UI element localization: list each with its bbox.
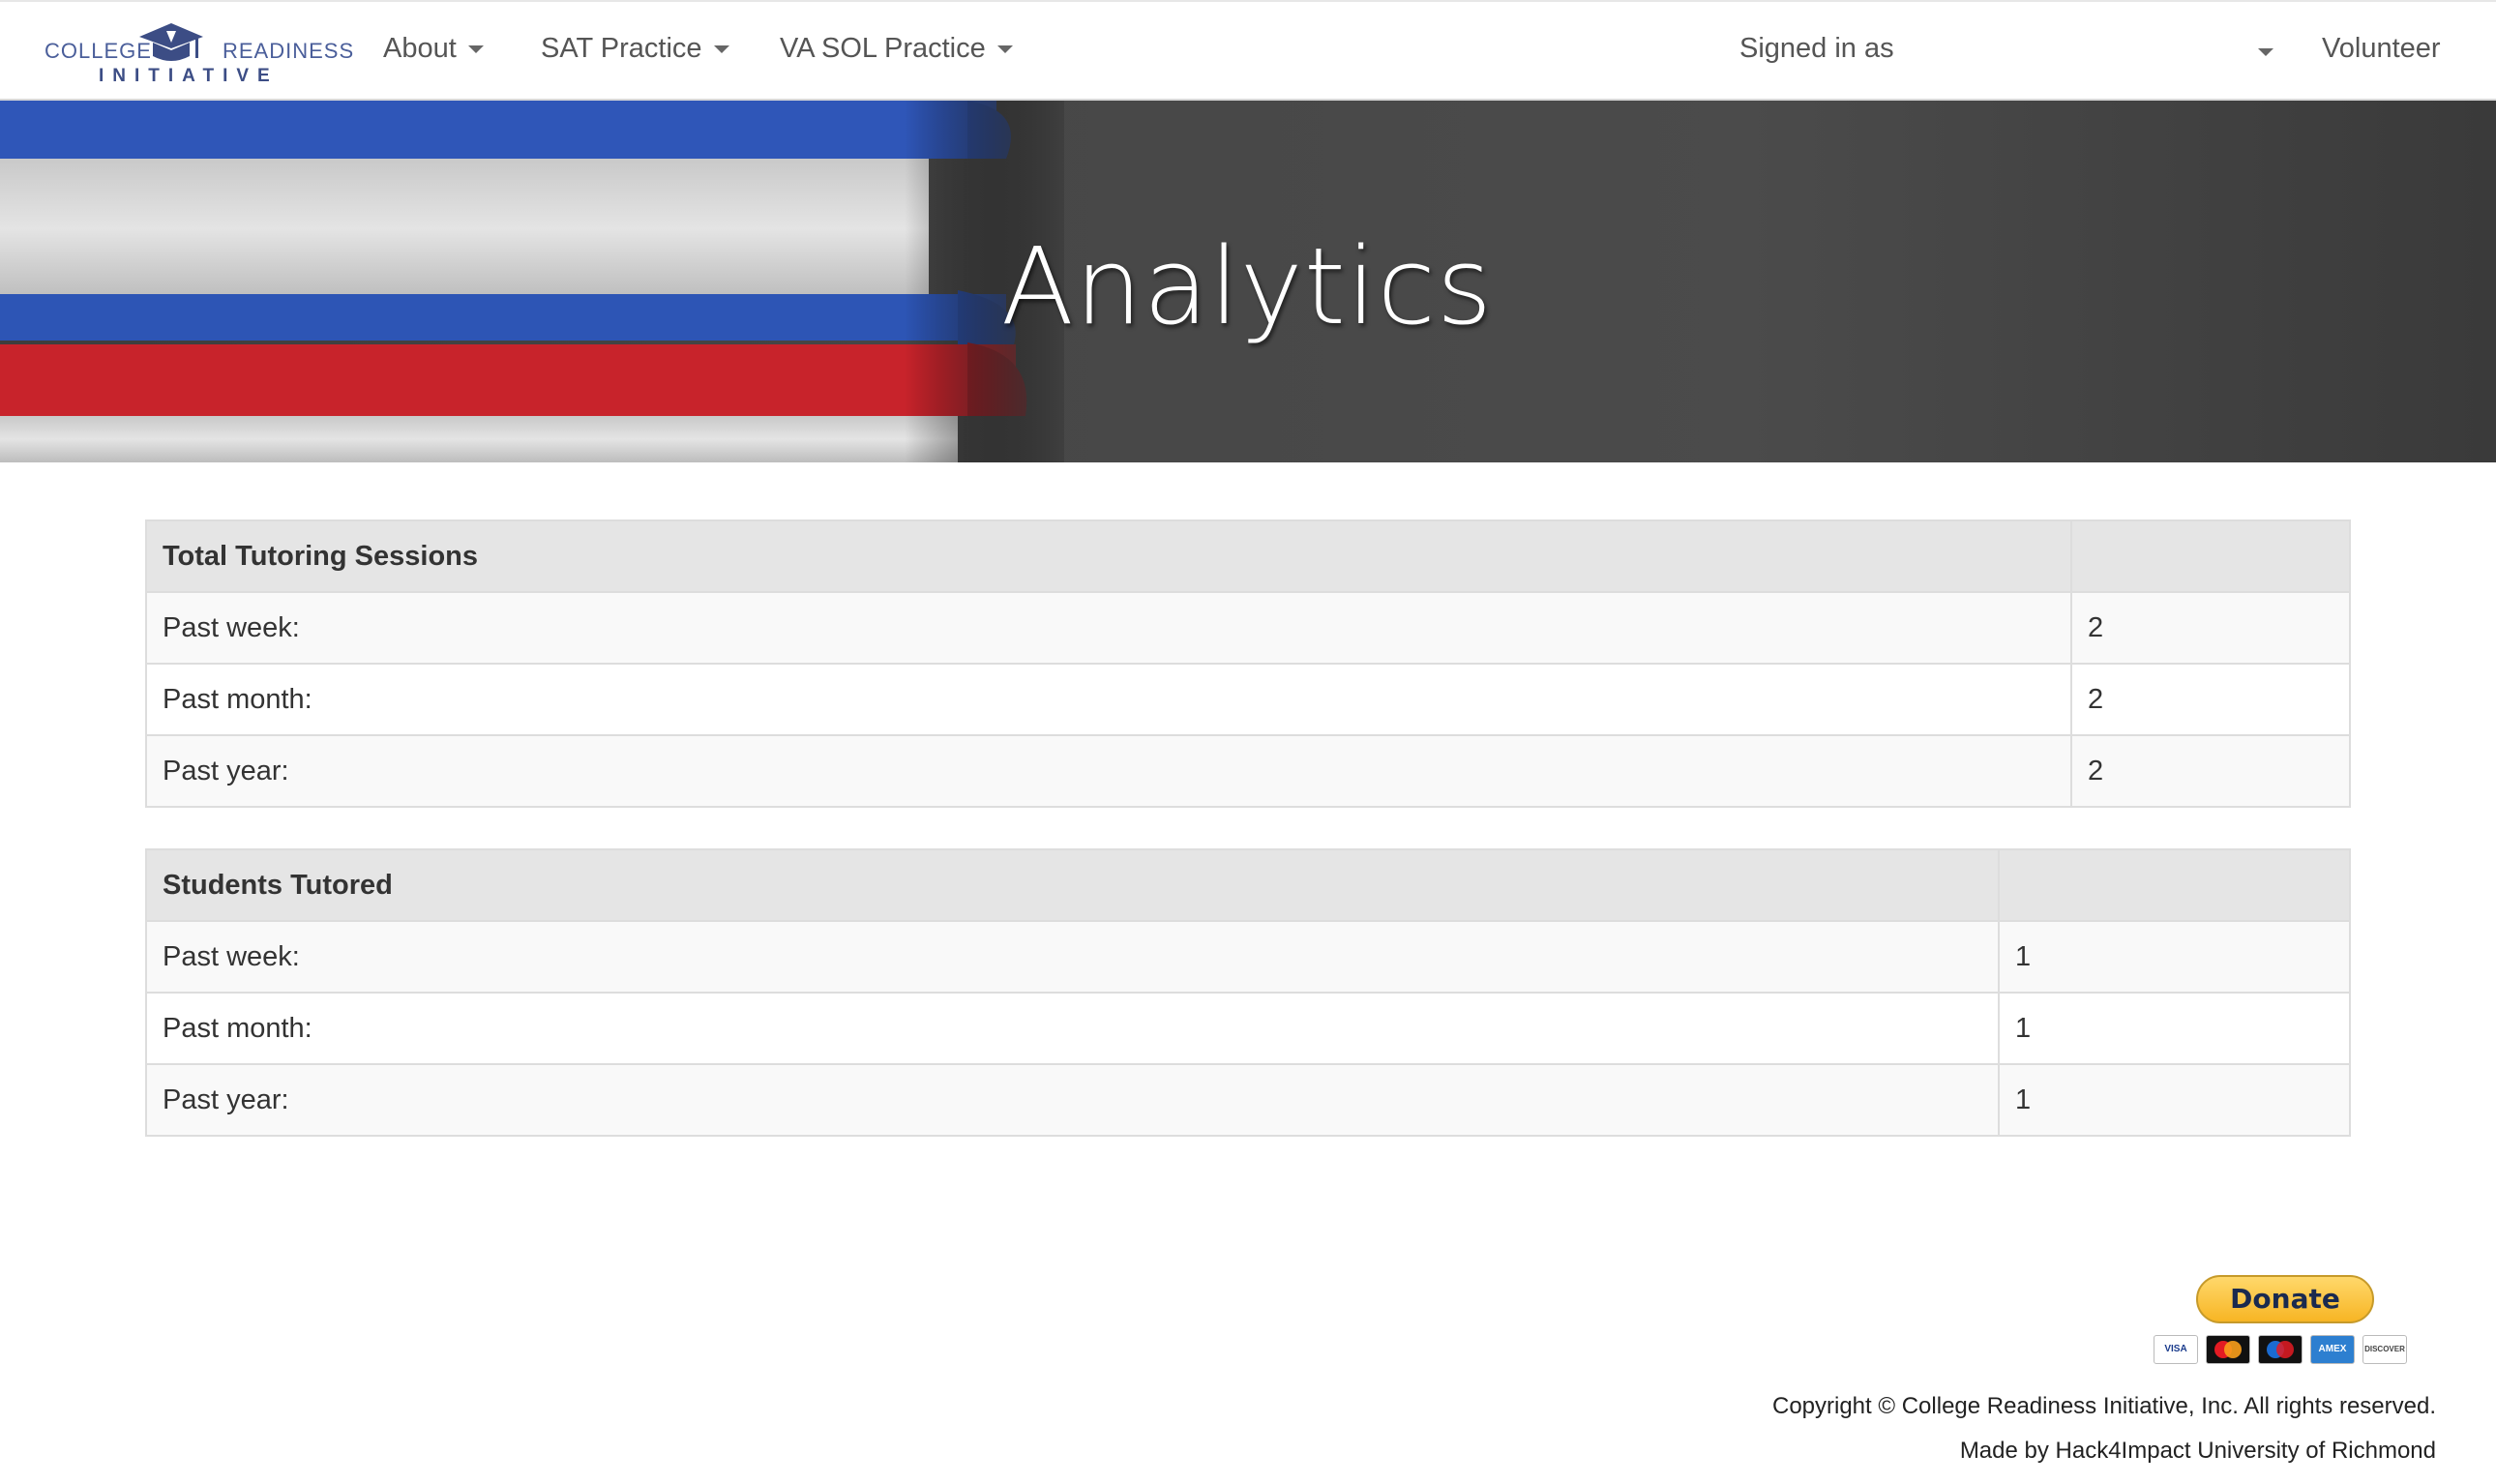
nav-about-label: About — [383, 33, 457, 64]
row-value: 2 — [2070, 591, 2351, 665]
table-header-empty — [2070, 519, 2351, 593]
table-row: Past year: 2 — [145, 734, 2351, 808]
row-label: Past week: — [145, 920, 2000, 994]
maestro-card-icon — [2258, 1335, 2303, 1364]
table-header: Students Tutored — [145, 848, 2000, 922]
row-value: 2 — [2070, 734, 2351, 808]
nav-va-sol-practice-dropdown[interactable]: VA SOL Practice — [780, 33, 1013, 65]
row-value: 2 — [2070, 663, 2351, 736]
tutoring-sessions-table: Total Tutoring Sessions Past week: 2 Pas… — [145, 519, 2351, 808]
row-label: Past week: — [145, 591, 2072, 665]
logo-word-readiness: READINESS — [223, 39, 355, 63]
row-value: 1 — [1998, 992, 2351, 1065]
nav-va-sol-practice-label: VA SOL Practice — [780, 33, 986, 64]
hero-banner: Analytics — [0, 101, 2496, 462]
mastercard-card-icon — [2206, 1335, 2250, 1364]
brand-logo[interactable]: COLLEGE READINESS INITIATIVE — [43, 19, 353, 87]
table-header-row: Total Tutoring Sessions — [145, 519, 2351, 593]
page-title: Analytics — [1000, 224, 1494, 348]
students-tutored-table: Students Tutored Past week: 1 Past month… — [145, 848, 2351, 1137]
copyright-text: Copyright © College Readiness Initiative… — [1771, 1393, 2436, 1419]
chevron-down-icon — [713, 45, 729, 54]
nav-about-dropdown[interactable]: About — [383, 33, 484, 65]
chevron-down-icon — [996, 45, 1013, 54]
chevron-down-icon — [467, 45, 484, 54]
nav-sat-practice-label: SAT Practice — [541, 33, 702, 64]
row-value: 1 — [1998, 920, 2351, 994]
made-by-link[interactable]: Made by Hack4Impact University of Richmo… — [1960, 1438, 2436, 1465]
visa-card-icon: VISA — [2154, 1335, 2198, 1364]
table-header: Total Tutoring Sessions — [145, 519, 2072, 593]
chevron-down-icon[interactable] — [2258, 48, 2273, 56]
row-label: Past year: — [145, 1063, 2000, 1137]
table-row: Past month: 1 — [145, 992, 2351, 1065]
table-row: Past year: 1 — [145, 1063, 2351, 1137]
row-label: Past month: — [145, 992, 2000, 1065]
signed-in-label: Signed in as — [1739, 33, 1894, 64]
table-row: Past week: 2 — [145, 591, 2351, 665]
role-link[interactable]: Volunteer — [2322, 33, 2441, 65]
nav-sat-practice-dropdown[interactable]: SAT Practice — [541, 33, 729, 65]
logo-word-college: COLLEGE — [45, 39, 152, 63]
discover-card-icon: DISCOVER — [2362, 1335, 2407, 1364]
table-row: Past week: 1 — [145, 920, 2351, 994]
row-label: Past year: — [145, 734, 2072, 808]
amex-card-icon: AMEX — [2310, 1335, 2355, 1364]
donate-button[interactable]: Donate — [2196, 1275, 2374, 1323]
table-header-row: Students Tutored — [145, 848, 2351, 922]
graduation-cap-icon — [139, 23, 203, 61]
row-value: 1 — [1998, 1063, 2351, 1137]
navbar: COLLEGE READINESS INITIATIVE About SAT P… — [0, 0, 2496, 101]
row-label: Past month: — [145, 663, 2072, 736]
logo-word-initiative: INITIATIVE — [99, 66, 279, 86]
role-label: Volunteer — [2322, 33, 2441, 64]
table-header-empty — [1998, 848, 2351, 922]
table-row: Past month: 2 — [145, 663, 2351, 736]
signed-in-dropdown[interactable]: Signed in as — [1739, 33, 1894, 65]
